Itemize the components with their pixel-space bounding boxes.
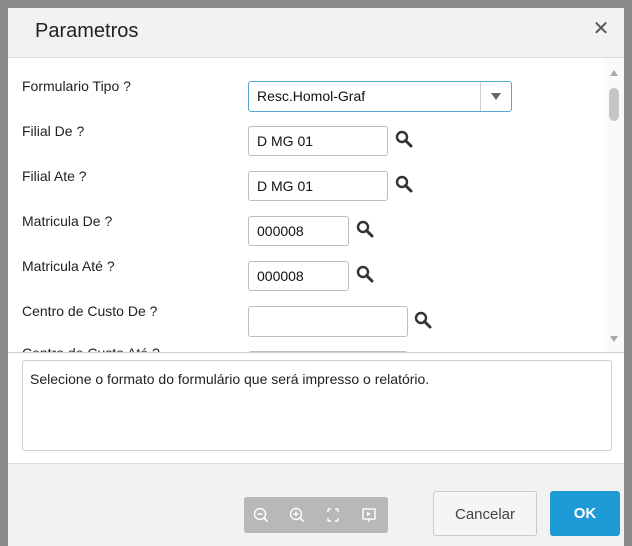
fit-screen-icon[interactable] — [322, 505, 344, 525]
parameters-panel[interactable]: Formulario Tipo ? Resc.Homol-Graf Filial… — [8, 58, 624, 353]
close-icon[interactable]: ✕ — [590, 18, 612, 40]
scroll-down-icon[interactable] — [610, 336, 618, 342]
search-icon[interactable] — [355, 264, 377, 286]
chevron-down-icon — [491, 93, 501, 100]
zoom-toolbar — [244, 497, 388, 533]
scrollbar[interactable] — [604, 58, 624, 352]
search-icon[interactable] — [355, 219, 377, 241]
scrollbar-thumb[interactable] — [609, 88, 619, 121]
search-icon[interactable] — [394, 174, 416, 196]
parameters-dialog: Parametros ✕ Formulario Tipo ? Resc.Homo… — [8, 8, 624, 546]
param-label: Formulario Tipo ? — [22, 78, 131, 94]
param-row-filial-de: Filial De ? D MG 01 — [8, 123, 604, 163]
param-label: Matricula De ? — [22, 213, 113, 229]
matricula-ate-input[interactable]: 000008 — [248, 261, 349, 291]
param-row-matricula-ate: Matricula Até ? 000008 — [8, 258, 604, 298]
param-label: Matricula Até ? — [22, 258, 115, 274]
dialog-title-bar: Parametros ✕ — [8, 8, 624, 58]
zoom-in-icon[interactable] — [286, 505, 308, 525]
dropdown-button[interactable] — [480, 82, 511, 111]
scroll-up-icon[interactable] — [610, 70, 618, 76]
param-label: Centro de Custo De ? — [22, 303, 158, 319]
select-value: Resc.Homol-Graf — [257, 88, 366, 104]
centro-custo-de-input[interactable] — [248, 306, 408, 337]
dialog-footer: Cancelar OK — [8, 463, 624, 546]
centro-custo-ate-input[interactable] — [248, 351, 408, 352]
formulario-tipo-select[interactable]: Resc.Homol-Graf — [248, 81, 512, 112]
param-label: Centro de Custo Até ? — [22, 345, 160, 353]
matricula-de-input[interactable]: 000008 — [248, 216, 349, 246]
param-row-matricula-de: Matricula De ? 000008 — [8, 213, 604, 253]
param-label: Filial De ? — [22, 123, 85, 139]
ok-button[interactable]: OK — [550, 491, 620, 536]
search-icon[interactable] — [394, 129, 416, 151]
help-text-box: Selecione o formato do formulário que se… — [22, 360, 612, 451]
zoom-out-icon[interactable] — [250, 505, 272, 525]
param-row-filial-ate: Filial Ate ? D MG 01 — [8, 168, 604, 208]
param-row-formulario-tipo: Formulario Tipo ? Resc.Homol-Graf — [8, 78, 604, 118]
dialog-title: Parametros — [35, 20, 139, 42]
filial-ate-input[interactable]: D MG 01 — [248, 171, 388, 201]
present-icon[interactable] — [358, 505, 380, 525]
param-label: Filial Ate ? — [22, 168, 87, 184]
search-icon[interactable] — [413, 310, 435, 332]
filial-de-input[interactable]: D MG 01 — [248, 126, 388, 156]
cancel-button[interactable]: Cancelar — [433, 491, 537, 536]
param-row-centro-custo-de: Centro de Custo De ? — [8, 303, 604, 343]
param-row-centro-custo-ate: Centro de Custo Até ? — [8, 345, 604, 353]
